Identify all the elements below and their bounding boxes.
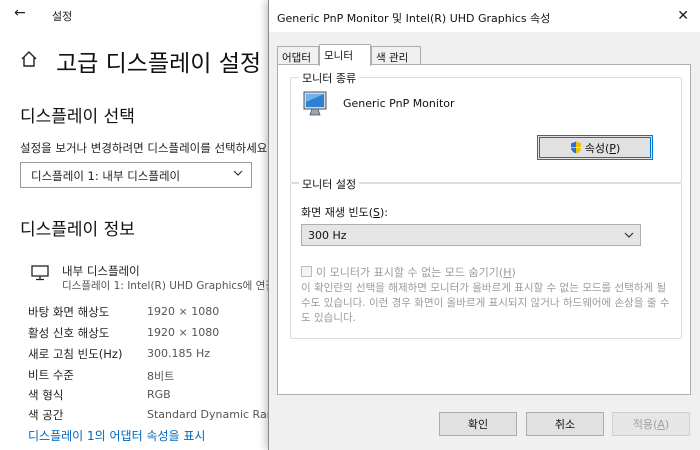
- monitor-connection: 디스플레이 1: Intel(R) UHD Graphics에 연결됨: [62, 280, 285, 292]
- hide-modes-row: 이 모니터가 표시할 수 없는 모드 숨기기(H): [301, 264, 516, 280]
- monitor-name: 내부 디스플레이: [62, 264, 140, 278]
- prop-label: 색 공간: [28, 408, 64, 422]
- properties-button[interactable]: 속성(P): [537, 135, 653, 160]
- prop-label: 색 형식: [28, 388, 64, 402]
- back-arrow-icon[interactable]: ←: [14, 5, 26, 21]
- group-label: 모니터 종류: [299, 70, 360, 86]
- tab-panel-monitor: 모니터 종류 Generic PnP Monitor 속성(P) 모니터 설정 …: [277, 64, 691, 395]
- prop-value: RGB: [147, 388, 171, 401]
- properties-button-label: 속성: [584, 141, 605, 155]
- cancel-button[interactable]: 취소: [526, 412, 604, 436]
- prop-label: 새로 고침 빈도(Hz): [28, 347, 123, 361]
- adapter-properties-link[interactable]: 디스플레이 1의 어댑터 속성을 표시: [28, 427, 205, 444]
- prop-value: 1920 × 1080: [147, 305, 220, 318]
- prop-value: 300.185 Hz: [147, 347, 211, 360]
- refresh-rate-value: 300 Hz: [308, 229, 347, 242]
- monitor-model: Generic PnP Monitor: [343, 97, 455, 110]
- shield-icon: [570, 141, 581, 153]
- close-icon[interactable]: ✕: [677, 8, 689, 24]
- prop-label: 활성 신호 해상도: [28, 326, 110, 340]
- monitor-type-group: 모니터 종류 Generic PnP Monitor 속성(P): [290, 70, 682, 183]
- ok-button[interactable]: 확인: [439, 412, 517, 436]
- refresh-rate-select[interactable]: 300 Hz: [301, 224, 641, 246]
- tab-monitor[interactable]: 모니터: [319, 44, 371, 66]
- tab-adapter[interactable]: 어댑터: [277, 46, 319, 65]
- accelerator-key: H: [503, 266, 512, 279]
- hide-modes-description: 이 확인란의 선택을 해제하면 모니터가 올바르게 표시할 수 없는 모드를 선…: [301, 282, 670, 324]
- tab-color-management[interactable]: 색 관리: [371, 46, 421, 65]
- display-select-value: 디스플레이 1: 내부 디스플레이: [31, 169, 181, 183]
- accelerator-key: P: [609, 141, 616, 155]
- monitor-icon: [303, 91, 327, 116]
- chevron-down-icon: [233, 170, 243, 176]
- select-description: 설정을 보거나 변경하려면 디스플레이를 선택하세요.: [20, 141, 272, 155]
- apply-button-label: 적용: [632, 418, 654, 431]
- monitor-settings-group: 모니터 설정 화면 재생 빈도(S): 300 Hz 이 모니터가 표시할 수 …: [290, 176, 682, 339]
- dialog-titlebar[interactable]: Generic PnP Monitor 및 Intel(R) UHD Graph…: [269, 0, 700, 32]
- prop-label: 바탕 화면 해상도: [28, 305, 110, 319]
- display-select[interactable]: 디스플레이 1: 내부 디스플레이: [20, 162, 252, 188]
- prop-value: 1920 × 1080: [147, 326, 220, 339]
- chevron-down-icon: [624, 232, 634, 238]
- app-title: 설정: [52, 10, 73, 23]
- accelerator-key: A: [657, 418, 665, 431]
- refresh-rate-label-text: 화면 재생 빈도: [301, 206, 369, 219]
- properties-dialog: Generic PnP Monitor 및 Intel(R) UHD Graph…: [268, 0, 700, 450]
- group-label: 모니터 설정: [299, 176, 360, 192]
- prop-label: 비트 수준: [28, 368, 74, 382]
- section-title-select: 디스플레이 선택: [20, 107, 135, 127]
- monitor-icon: [31, 265, 49, 281]
- dialog-title: Generic PnP Monitor 및 Intel(R) UHD Graph…: [277, 12, 551, 25]
- prop-value: 8비트: [147, 370, 175, 383]
- home-icon: [21, 51, 37, 67]
- refresh-rate-label: 화면 재생 빈도(S):: [301, 206, 388, 219]
- apply-button[interactable]: 적용(A): [612, 412, 690, 436]
- section-title-info: 디스플레이 정보: [20, 220, 135, 240]
- accelerator-key: S: [373, 206, 380, 219]
- page-title: 고급 디스플레이 설정: [56, 51, 262, 77]
- hide-modes-checkbox[interactable]: [301, 266, 312, 277]
- hide-modes-label: 이 모니터가 표시할 수 없는 모드 숨기기: [316, 266, 499, 279]
